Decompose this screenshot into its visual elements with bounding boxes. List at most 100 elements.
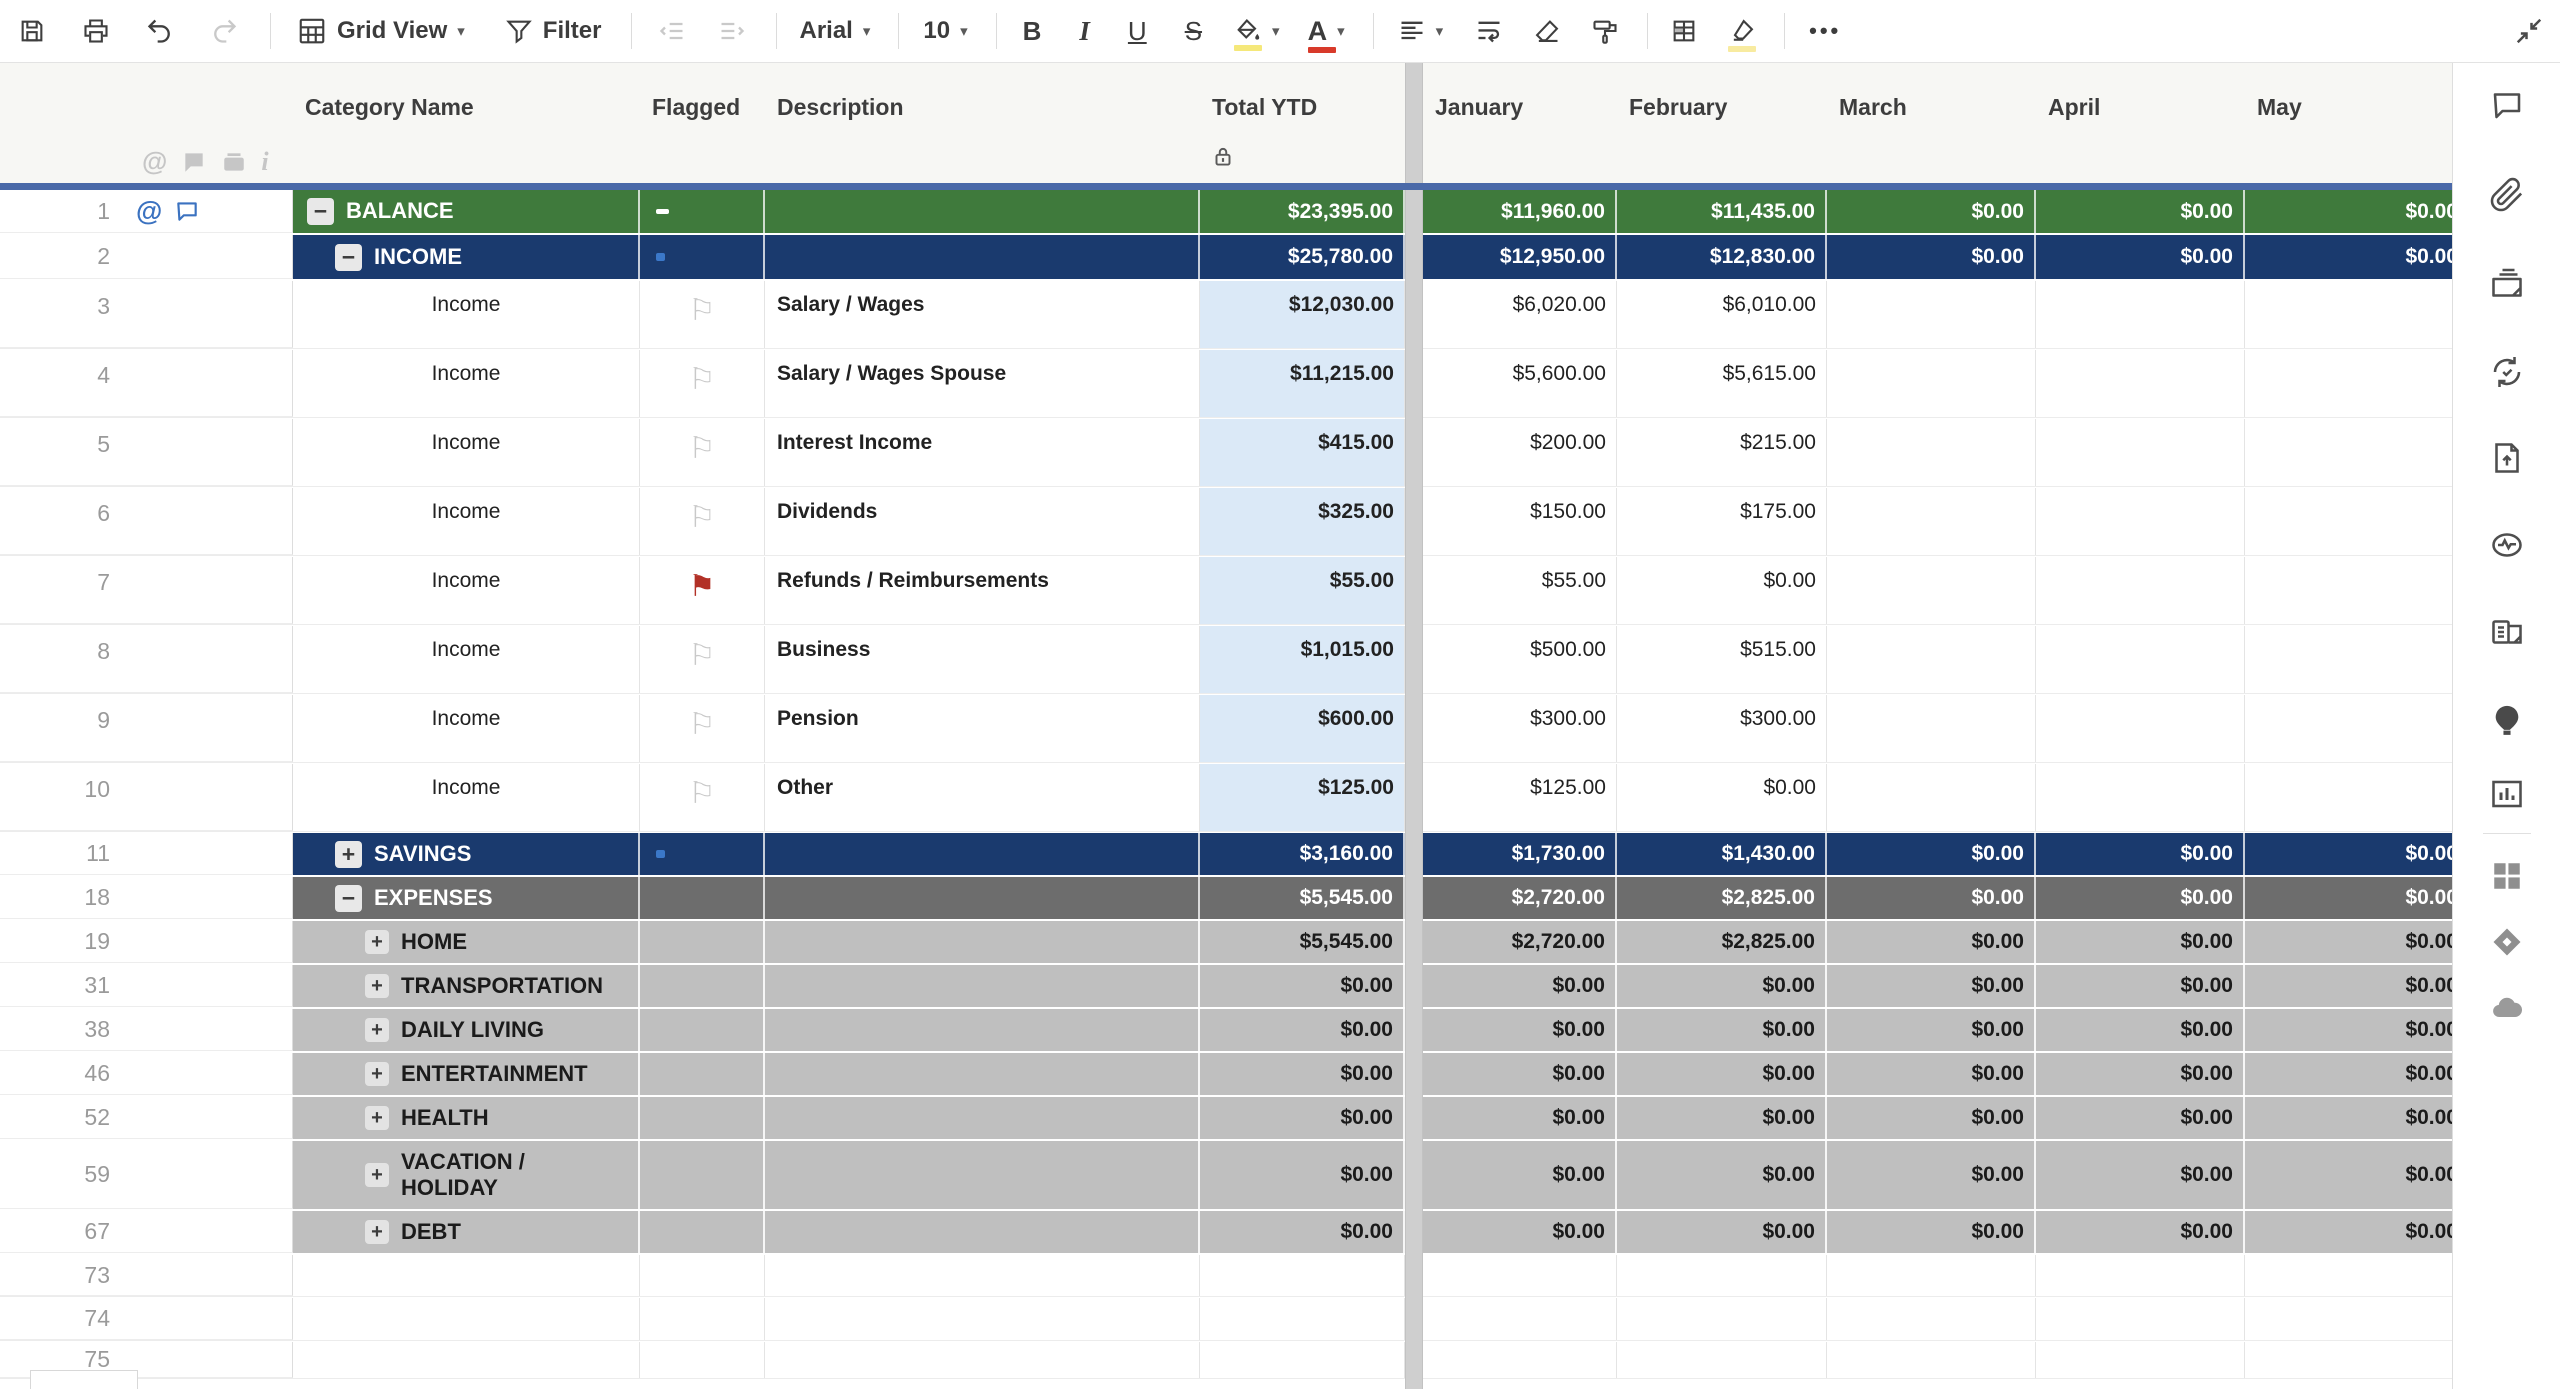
cell-march[interactable]: $0.00	[1827, 1097, 2036, 1139]
cell-april[interactable]	[2036, 626, 2245, 693]
expand-toggle[interactable]: +	[365, 930, 389, 954]
view-switcher[interactable]: Grid View ▾	[297, 16, 465, 46]
cell-category[interactable]: + HOME	[293, 921, 640, 963]
cell-description[interactable]: Interest Income	[765, 419, 1200, 486]
cell-january[interactable]: $1,730.00	[1423, 833, 1617, 875]
comments-icon[interactable]	[2489, 87, 2525, 123]
cell-flagged[interactable]	[640, 921, 765, 963]
cell-may[interactable]: $0.00	[2245, 965, 2452, 1007]
cell-january[interactable]: $0.00	[1423, 965, 1617, 1007]
cell-april[interactable]	[2036, 1255, 2245, 1296]
cell-flagged[interactable]: ⚐	[640, 764, 765, 831]
cell-category[interactable]: − INCOME	[293, 235, 640, 279]
cell-january[interactable]: $300.00	[1423, 695, 1617, 762]
cell-description[interactable]	[765, 235, 1200, 279]
cell-total-ytd[interactable]: $3,160.00	[1200, 833, 1405, 875]
cell-flagged[interactable]	[640, 190, 765, 233]
cell-april[interactable]: $0.00	[2036, 190, 2245, 233]
cell-february[interactable]: $0.00	[1617, 1097, 1827, 1139]
cell-description[interactable]: Salary / Wages Spouse	[765, 350, 1200, 417]
cell-april[interactable]: $0.00	[2036, 1097, 2245, 1139]
flag-outline-icon[interactable]: ⚐	[689, 638, 716, 673]
cell-category[interactable]: Income	[293, 557, 640, 624]
expand-toggle[interactable]: +	[365, 1163, 389, 1187]
cell-description[interactable]	[765, 1211, 1200, 1253]
cell-may[interactable]: $0.00	[2245, 1009, 2452, 1051]
cell-february[interactable]: $175.00	[1617, 488, 1827, 555]
cell-april[interactable]	[2036, 281, 2245, 348]
row-gutter[interactable]: 46	[0, 1053, 293, 1095]
cell-may[interactable]	[2245, 1342, 2452, 1378]
cell-category[interactable]: + ENTERTAINMENT	[293, 1053, 640, 1095]
cell-february[interactable]: $0.00	[1617, 1211, 1827, 1253]
cell-total-ytd[interactable]: $0.00	[1200, 1009, 1405, 1051]
cell-total-ytd[interactable]: $600.00	[1200, 695, 1405, 762]
strikethrough-button[interactable]: S	[1185, 16, 1202, 47]
cell-march[interactable]	[1827, 488, 2036, 555]
expand-toggle[interactable]: +	[365, 1062, 389, 1086]
flag-outline-icon[interactable]: ⚐	[689, 431, 716, 466]
cell-category[interactable]	[293, 1255, 640, 1296]
cell-january[interactable]: $0.00	[1423, 1053, 1617, 1095]
filter-button[interactable]: Filter	[505, 17, 601, 45]
row-gutter[interactable]: 74	[0, 1298, 293, 1340]
activity-log-icon[interactable]	[2489, 527, 2525, 563]
dashboards-icon[interactable]	[2489, 776, 2525, 812]
cell-total-ytd[interactable]: $325.00	[1200, 488, 1405, 555]
cell-total-ytd[interactable]	[1200, 1342, 1405, 1378]
cell-march[interactable]	[1827, 1342, 2036, 1378]
cell-february[interactable]: $0.00	[1617, 1141, 1827, 1209]
cell-april[interactable]	[2036, 1298, 2245, 1340]
row-gutter[interactable]: 1 @	[0, 190, 293, 233]
expand-toggle[interactable]: +	[365, 1106, 389, 1130]
cell-may[interactable]: $0.00	[2245, 190, 2452, 233]
cell-february[interactable]: $2,825.00	[1617, 877, 1827, 919]
cell-total-ytd[interactable]: $11,215.00	[1200, 350, 1405, 417]
cell-january[interactable]: $125.00	[1423, 764, 1617, 831]
cell-march[interactable]: $0.00	[1827, 1211, 2036, 1253]
cell-march[interactable]: $0.00	[1827, 190, 2036, 233]
cell-may[interactable]: $0.00	[2245, 833, 2452, 875]
cell-flagged[interactable]: ⚑	[640, 557, 765, 624]
cell-january[interactable]: $500.00	[1423, 626, 1617, 693]
row-gutter[interactable]: 59	[0, 1141, 293, 1209]
outdent-button[interactable]	[658, 17, 686, 45]
cell-january[interactable]	[1423, 1298, 1617, 1340]
cell-total-ytd[interactable]: $415.00	[1200, 419, 1405, 486]
cell-description[interactable]	[765, 1053, 1200, 1095]
cell-category[interactable]: Income	[293, 488, 640, 555]
align-button[interactable]: ▾	[1398, 17, 1443, 45]
row-gutter[interactable]: 19	[0, 921, 293, 963]
cell-flagged[interactable]: ⚐	[640, 488, 765, 555]
cell-february[interactable]	[1617, 1255, 1827, 1296]
cell-total-ytd[interactable]: $5,545.00	[1200, 921, 1405, 963]
cell-january[interactable]: $2,720.00	[1423, 921, 1617, 963]
expand-toggle[interactable]: +	[365, 1220, 389, 1244]
cell-march[interactable]: $0.00	[1827, 877, 2036, 919]
column-header-description[interactable]: Description	[777, 94, 904, 121]
cell-january[interactable]: $0.00	[1423, 1211, 1617, 1253]
cell-january[interactable]: $6,020.00	[1423, 281, 1617, 348]
premium-diamond-icon[interactable]	[2489, 924, 2525, 960]
expand-toggle[interactable]: +	[365, 1018, 389, 1042]
row-gutter[interactable]: 3	[0, 281, 293, 348]
collapse-toggle[interactable]: −	[307, 198, 334, 225]
cell-january[interactable]: $12,950.00	[1423, 235, 1617, 279]
underline-button[interactable]: U	[1128, 16, 1147, 47]
cell-total-ytd[interactable]	[1200, 1298, 1405, 1340]
apps-grid-icon[interactable]	[2489, 858, 2525, 894]
cell-flagged[interactable]: ⚐	[640, 626, 765, 693]
row-gutter[interactable]: 38	[0, 1009, 293, 1051]
cell-february[interactable]	[1617, 1342, 1827, 1378]
cell-march[interactable]: $0.00	[1827, 921, 2036, 963]
cell-april[interactable]	[2036, 350, 2245, 417]
cell-april[interactable]: $0.00	[2036, 921, 2245, 963]
cell-description[interactable]	[765, 1009, 1200, 1051]
font-color-button[interactable]: A ▾	[1307, 16, 1345, 53]
expand-toggle[interactable]: +	[335, 840, 362, 868]
attachments-icon[interactable]	[2489, 177, 2525, 213]
format-painter-button[interactable]	[1591, 17, 1619, 45]
cell-category[interactable]: − EXPENSES	[293, 877, 640, 919]
cell-category[interactable]: Income	[293, 419, 640, 486]
cell-march[interactable]: $0.00	[1827, 833, 2036, 875]
